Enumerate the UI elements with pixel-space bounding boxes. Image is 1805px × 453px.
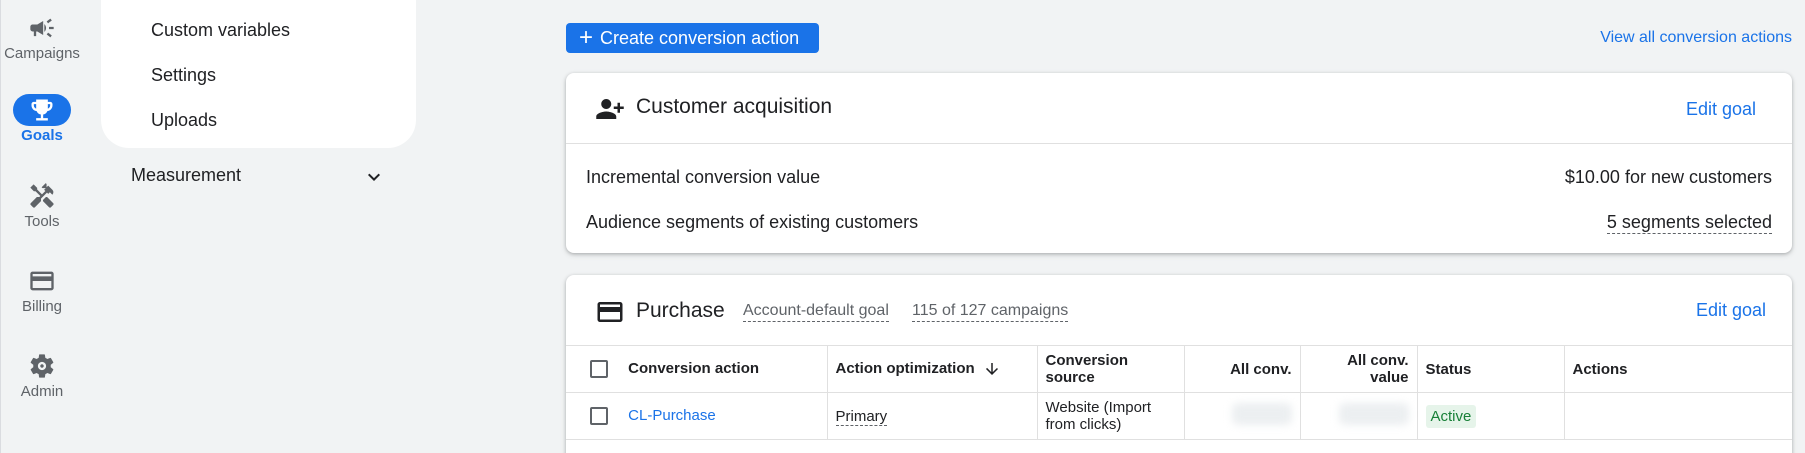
card-title: Purchase [636,299,725,322]
trophy-icon [13,94,71,126]
left-nav-rail: Campaigns Goals Tools Billing Admin [0,0,82,453]
conversion-actions-table: Conversion action Action optimization Co… [566,345,1792,440]
column-label: Conversion action [628,359,760,377]
rail-label-goals: Goals [21,127,63,144]
conversion-action-link[interactable]: CL-Purchase [628,407,716,424]
rail-item-goals[interactable]: Goals [1,94,83,144]
submenu-item-custom-variables[interactable]: Custom variables [151,20,290,41]
row-value: $10.00 for new customers [1564,167,1772,187]
credit-card-icon [13,265,71,297]
row-checkbox[interactable] [590,407,608,426]
table-row: CL-Purchase Primary Website (Import from… [566,392,1792,440]
arrow-down-icon [985,363,998,376]
rail-label-tools: Tools [24,213,60,230]
cell-action-optimization: Primary [826,392,1037,440]
chevron-down-icon [368,173,380,181]
cell-conversion-source: Website (Import from clicks) [1036,392,1184,440]
person-add-icon [596,99,624,119]
cell-actions [1563,392,1792,440]
cell-all-conv [1183,392,1300,440]
source-line: Website (Import [1045,399,1152,416]
row-label: Incremental conversion value [586,167,821,187]
optimization-value[interactable]: Primary [835,407,888,426]
submenu-item-settings[interactable]: Settings [151,65,216,86]
tools-icon [13,180,71,212]
rail-label-admin: Admin [20,383,64,400]
status-badge: Active [1425,404,1477,428]
edit-goal-link[interactable]: Edit goal [1696,300,1766,321]
goals-submenu: Custom variables Settings Uploads [101,0,416,148]
column-conversion-action: Conversion action [566,345,827,393]
column-label: Conversion source [1045,352,1129,386]
rail-label-campaigns: Campaigns [4,45,80,62]
view-all-conversion-actions-link[interactable]: View all conversion actions [1600,29,1792,47]
column-all-conv: All conv. [1183,345,1300,393]
measurement-section-toggle[interactable]: Measurement [131,165,386,189]
column-conversion-source: Conversion source [1036,345,1184,393]
column-label: Status [1425,360,1472,378]
source-line: from clicks) [1045,416,1122,433]
column-status: Status [1416,345,1564,393]
redacted-value [1338,403,1409,425]
gear-icon [13,350,71,382]
cell-all-conv-value [1299,392,1417,440]
measurement-label: Measurement [131,165,242,185]
rail-label-billing: Billing [21,298,63,315]
create-conversion-action-button[interactable]: + Create conversion action [566,23,819,53]
customer-acquisition-card: Customer acquisition Edit goal Increment… [566,73,1792,253]
rail-item-billing[interactable]: Billing [1,265,83,315]
column-label: Action optimization [835,359,975,377]
cell-status: Active [1416,392,1564,440]
megaphone-icon [13,12,71,44]
edit-goal-link[interactable]: Edit goal [1686,99,1756,120]
column-all-conv-value: All conv. value [1299,345,1417,393]
column-label: All conv. [1230,360,1292,378]
create-button-label: Create conversion action [600,27,800,48]
submenu-item-uploads[interactable]: Uploads [151,110,217,131]
redacted-value [1231,403,1292,425]
credit-card-icon [597,302,623,322]
column-action-optimization[interactable]: Action optimization [826,345,1037,393]
card-title: Customer acquisition [636,95,833,118]
column-label: Actions [1572,360,1628,378]
segments-selected-link[interactable]: 5 segments selected [1606,212,1772,234]
campaign-count-label[interactable]: 115 of 127 campaigns [912,302,1069,322]
rail-item-tools[interactable]: Tools [1,180,83,230]
rail-item-admin[interactable]: Admin [1,350,83,400]
select-all-checkbox[interactable] [590,360,608,379]
table-header-row: Conversion action Action optimization Co… [566,345,1792,393]
rail-item-campaigns[interactable]: Campaigns [1,12,83,62]
column-actions: Actions [1563,345,1792,393]
account-default-goal-label[interactable]: Account-default goal [743,302,889,322]
row-label: Audience segments of existing customers [586,212,919,232]
card-header: Customer acquisition Edit goal [566,73,1792,144]
purchase-goal-card: Purchase Account-default goal 115 of 127… [566,275,1792,453]
plus-icon: + [579,24,594,51]
cell-conversion-action: CL-Purchase [566,392,827,440]
column-label: All conv. value [1347,352,1409,386]
